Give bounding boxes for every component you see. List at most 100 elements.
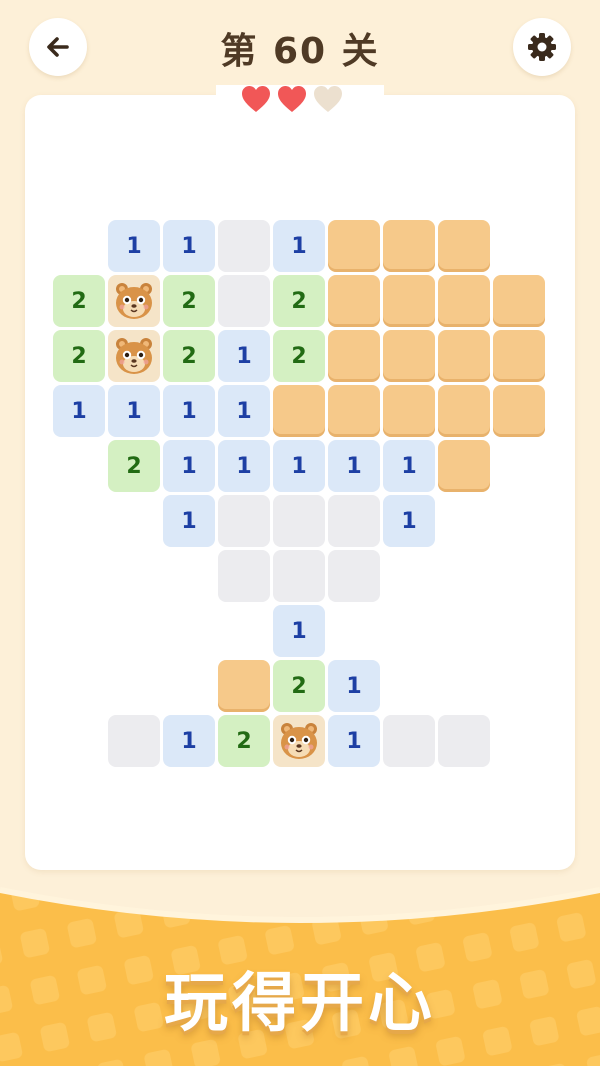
tile-number: 1 [181, 508, 197, 534]
tile-number: 2 [291, 673, 307, 699]
number-tile: 1 [328, 440, 380, 492]
number-tile: 1 [383, 495, 435, 547]
number-tile: 1 [273, 220, 325, 272]
hamster-face-icon [281, 723, 317, 759]
number-tile: 1 [163, 440, 215, 492]
empty-tile [328, 495, 380, 547]
hidden-tile[interactable] [383, 220, 435, 272]
tile-number: 2 [181, 288, 197, 314]
number-tile: 1 [328, 660, 380, 712]
hidden-tile[interactable] [328, 220, 380, 272]
tile-number: 1 [236, 343, 252, 369]
tile-number: 2 [126, 453, 142, 479]
hamster-tile [273, 715, 325, 767]
empty-tile [218, 550, 270, 602]
number-tile: 2 [273, 660, 325, 712]
number-tile: 1 [163, 220, 215, 272]
tile-number: 1 [236, 453, 252, 479]
hidden-tile[interactable] [438, 275, 490, 327]
level-title: 第 60 关 [220, 31, 380, 72]
heart-full-icon [242, 86, 270, 112]
hidden-tile[interactable] [438, 385, 490, 437]
hidden-tile[interactable] [273, 385, 325, 437]
tile-number: 1 [291, 618, 307, 644]
number-tile: 2 [53, 330, 105, 382]
number-tile: 1 [273, 440, 325, 492]
number-tile: 1 [218, 440, 270, 492]
hidden-tile[interactable] [438, 440, 490, 492]
number-tile: 1 [328, 715, 380, 767]
tile-number: 1 [71, 398, 87, 424]
tile-number: 2 [181, 343, 197, 369]
tile-number: 2 [291, 343, 307, 369]
back-button[interactable] [29, 18, 87, 76]
empty-tile [218, 220, 270, 272]
arrow-left-icon [47, 37, 69, 57]
number-tile: 1 [108, 385, 160, 437]
tile-number: 1 [181, 233, 197, 259]
number-tile: 2 [163, 330, 215, 382]
tile-number: 1 [291, 233, 307, 259]
tile-number: 1 [346, 728, 362, 754]
hidden-tile[interactable] [438, 330, 490, 382]
hidden-tile[interactable] [493, 275, 545, 327]
hamster-tile [108, 275, 160, 327]
number-tile: 2 [108, 440, 160, 492]
lives-indicator [240, 84, 360, 114]
empty-tile [328, 550, 380, 602]
tile-number: 2 [236, 728, 252, 754]
hidden-tile[interactable] [328, 330, 380, 382]
hidden-tile[interactable] [328, 275, 380, 327]
hidden-tile[interactable] [438, 220, 490, 272]
tile-number: 2 [291, 288, 307, 314]
number-tile: 1 [163, 495, 215, 547]
number-tile: 1 [53, 385, 105, 437]
number-tile: 2 [53, 275, 105, 327]
number-tile: 2 [218, 715, 270, 767]
empty-tile [218, 275, 270, 327]
empty-tile [218, 495, 270, 547]
tile-number: 1 [126, 233, 142, 259]
hidden-tile[interactable] [493, 330, 545, 382]
hamster-face-icon [116, 338, 152, 374]
number-tile: 2 [273, 275, 325, 327]
tile-number: 2 [71, 343, 87, 369]
number-tile: 2 [273, 330, 325, 382]
banner-text: 玩得开心 [164, 967, 436, 1041]
tile-number: 1 [181, 398, 197, 424]
number-tile: 1 [218, 385, 270, 437]
hidden-tile[interactable] [383, 385, 435, 437]
number-tile: 2 [163, 275, 215, 327]
tile-number: 1 [181, 453, 197, 479]
hidden-tile[interactable] [383, 275, 435, 327]
hidden-tile[interactable] [218, 660, 270, 712]
number-tile: 1 [163, 715, 215, 767]
empty-tile [438, 715, 490, 767]
number-tile: 1 [273, 605, 325, 657]
heart-full-icon [278, 86, 306, 112]
hamster-face-icon [116, 283, 152, 319]
hamster-tile [108, 330, 160, 382]
hidden-tile[interactable] [493, 385, 545, 437]
gear-icon [528, 33, 556, 61]
number-tile: 1 [383, 440, 435, 492]
tile-number: 1 [346, 673, 362, 699]
tile-number: 1 [236, 398, 252, 424]
number-tile: 1 [108, 220, 160, 272]
tile-number: 1 [181, 728, 197, 754]
empty-tile [383, 715, 435, 767]
empty-tile [273, 495, 325, 547]
empty-tile [273, 550, 325, 602]
tile-number: 1 [126, 398, 142, 424]
number-tile: 1 [163, 385, 215, 437]
tile-number: 1 [346, 453, 362, 479]
hidden-tile[interactable] [328, 385, 380, 437]
number-tile: 1 [218, 330, 270, 382]
tile-number: 1 [401, 453, 417, 479]
empty-tile [108, 715, 160, 767]
tile-number: 1 [401, 508, 417, 534]
tile-number: 1 [291, 453, 307, 479]
tile-number: 2 [71, 288, 87, 314]
settings-button[interactable] [513, 18, 571, 76]
hidden-tile[interactable] [383, 330, 435, 382]
